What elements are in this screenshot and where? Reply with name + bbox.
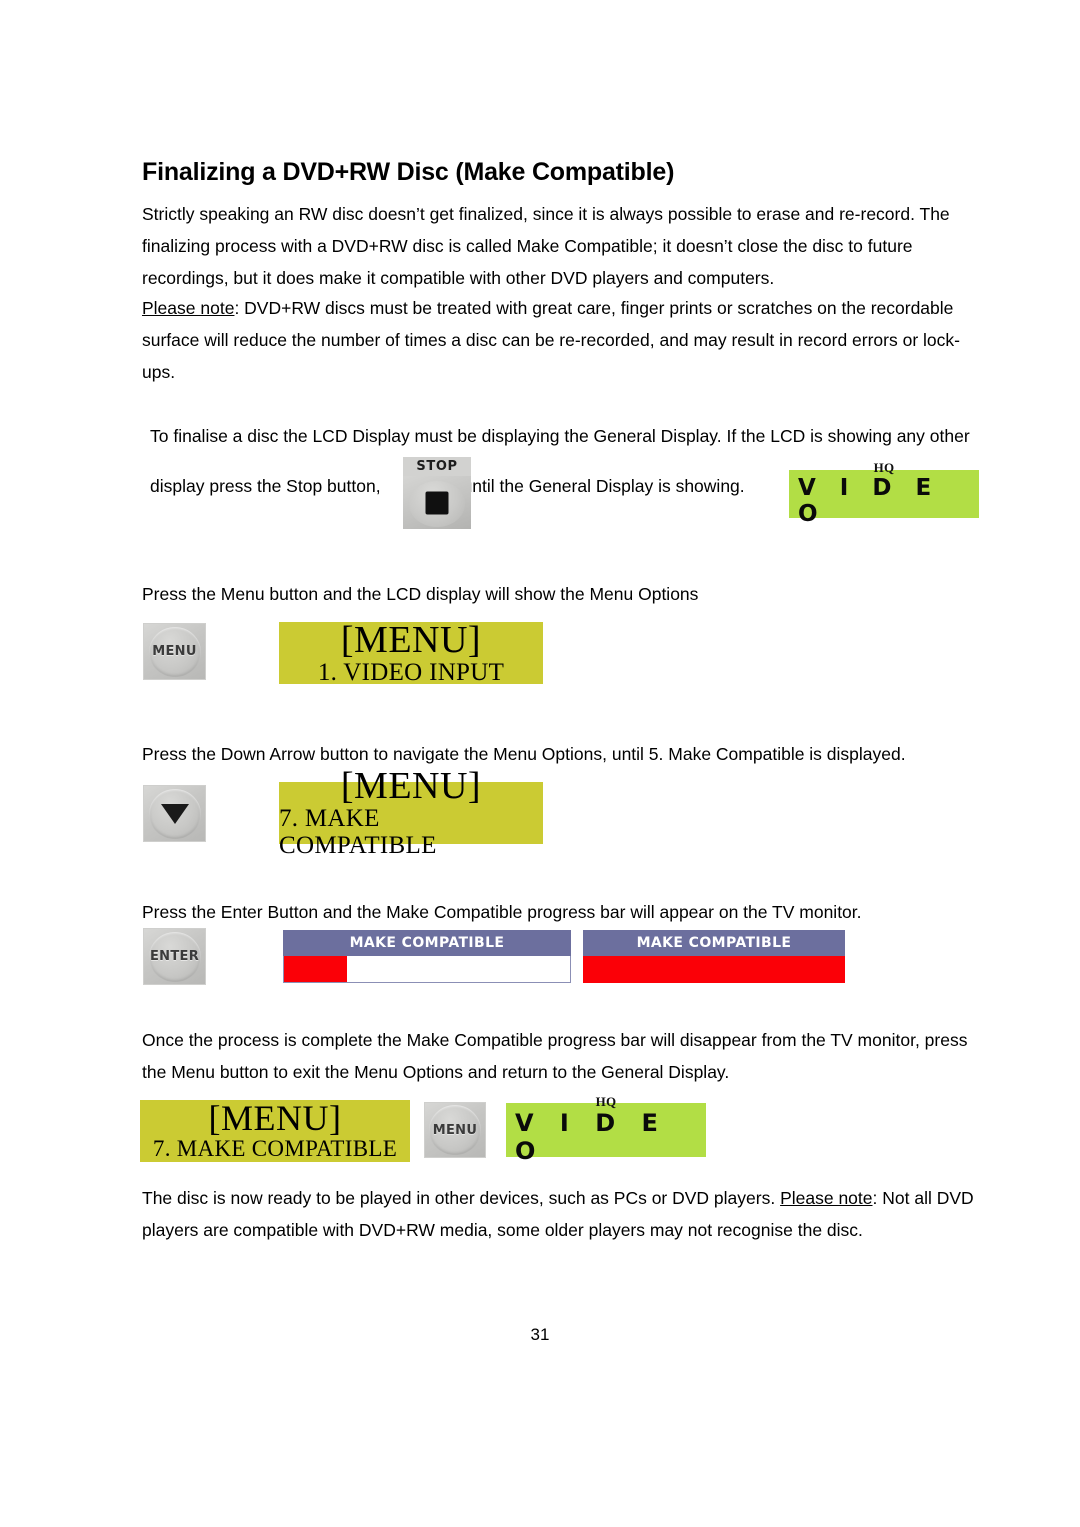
- paragraph-final: The disc is now ready to be played in ot…: [142, 1182, 987, 1246]
- menu-button-label: MENU: [432, 1122, 478, 1138]
- menu-display-line1: [MENU]: [340, 618, 482, 661]
- menu-display-lcd-2: [MENU] 7. MAKE COMPATIBLE: [279, 767, 543, 859]
- final-text-1: The disc is now ready to be played in ot…: [142, 1188, 781, 1208]
- please-note-body: : DVD+RW discs must be treated with grea…: [142, 298, 960, 382]
- progress-bar-fill: [284, 956, 347, 982]
- general-display-lcd-2: HQ V I D E O: [506, 1095, 706, 1164]
- final-please-note-label: Please note: [780, 1188, 873, 1208]
- enter-button-image[interactable]: ENTER: [143, 928, 206, 985]
- menu-display-line1: [MENU]: [340, 765, 482, 807]
- general-display-hq-label: HQ: [595, 1093, 617, 1109]
- menu-button-image-2[interactable]: MENU: [424, 1102, 486, 1158]
- progress-bar-title: MAKE COMPATIBLE: [583, 930, 845, 956]
- paragraph-down-arrow-instruction: Press the Down Arrow button to navigate …: [142, 744, 906, 764]
- paragraph-enter-instruction: Press the Enter Button and the Make Comp…: [142, 902, 862, 922]
- document-page: Finalizing a DVD+RW Disc (Make Compatibl…: [0, 0, 1080, 1527]
- menu-display-lcd-3: [MENU] 7. MAKE COMPATIBLE: [140, 1100, 410, 1162]
- page-title: Finalizing a DVD+RW Disc (Make Compatibl…: [142, 158, 675, 186]
- general-display-hq-label: HQ: [873, 459, 895, 475]
- general-display-main-text: V I D E O: [798, 474, 940, 527]
- down-arrow-icon: [160, 803, 189, 824]
- stop-button-body: [403, 476, 471, 529]
- stop-line-text-2: until the General Display is showing.: [462, 476, 745, 496]
- please-note-label: Please note: [142, 298, 235, 318]
- progress-bar-fill: [584, 956, 844, 982]
- menu-display-line1: [MENU]: [208, 1098, 342, 1138]
- stop-button-label: STOP: [403, 457, 471, 476]
- menu-display-lcd-1: [MENU] 1. VIDEO INPUT: [279, 618, 543, 686]
- progress-bar-track: [583, 956, 845, 983]
- paragraph-once-complete: Once the process is complete the Make Co…: [142, 1030, 968, 1082]
- menu-button-label: MENU: [152, 643, 197, 660]
- paragraph-lcd-intro: To finalise a disc the LCD Display must …: [150, 426, 970, 446]
- menu-button-image-1[interactable]: MENU: [143, 623, 206, 680]
- paragraph-menu-instruction: Press the Menu button and the LCD displa…: [142, 584, 699, 604]
- paragraph-please-note: Please note: DVD+RW discs must be treate…: [142, 292, 987, 388]
- menu-display-line2: 7. MAKE COMPATIBLE: [152, 1136, 398, 1161]
- stop-button-image[interactable]: STOP: [403, 457, 471, 529]
- menu-display-line2: 1. VIDEO INPUT: [317, 658, 505, 686]
- menu-display-line2: 7. MAKE COMPATIBLE: [279, 805, 437, 859]
- general-display-lcd-1: HQ V I D E O: [789, 461, 979, 527]
- paragraph-intro: Strictly speaking an RW disc doesn’t get…: [142, 204, 950, 288]
- down-arrow-button-image[interactable]: [143, 785, 206, 842]
- make-compatible-progress-bar-complete: MAKE COMPATIBLE: [583, 930, 845, 983]
- enter-button-label: ENTER: [149, 948, 200, 965]
- make-compatible-progress-bar-start: MAKE COMPATIBLE: [283, 930, 571, 983]
- progress-bar-title: MAKE COMPATIBLE: [283, 930, 571, 956]
- general-display-main-text: V I D E O: [515, 1108, 667, 1165]
- stop-square-icon: [425, 491, 449, 514]
- stop-line-text-1: display press the Stop button,: [150, 476, 381, 496]
- page-number: 31: [530, 1325, 550, 1344]
- progress-bar-track: [283, 956, 571, 983]
